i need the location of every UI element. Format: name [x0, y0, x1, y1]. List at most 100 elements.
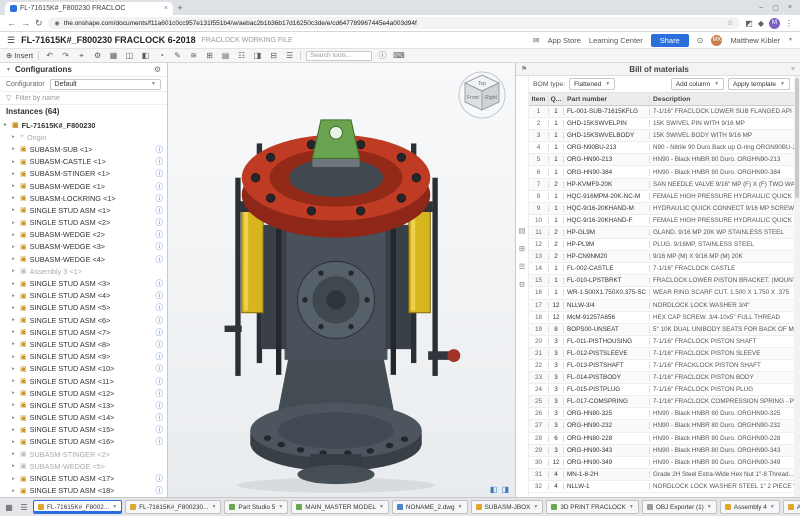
instance-row[interactable]: ▸ ▣ SINGLE STUD ASM <14> ⓘ — [0, 412, 167, 424]
bom-row[interactable]: 25 3 FL-017-COMSPRING 7-1/16" FRACLOCK C… — [529, 396, 794, 408]
main-menu-icon[interactable]: ☰ — [7, 35, 15, 46]
bom-settings-icon[interactable]: ⚙ — [519, 280, 526, 289]
notifications-icon[interactable]: ⊙ — [697, 36, 704, 45]
close-tab-icon[interactable]: × — [164, 5, 168, 12]
tab-menu-caret-icon[interactable]: ▼ — [629, 504, 634, 510]
bom-row[interactable]: 19 8 BOPS00-UNSEAT 5" 10K DUAL UNIBODY S… — [529, 324, 794, 336]
info-icon[interactable]: ⓘ — [156, 424, 164, 435]
view-settings-icon[interactable]: ◨ — [501, 485, 509, 494]
bom-row[interactable]: 14 1 FL-002-CASTLE 7-1/16" FRACLOCK CAST… — [529, 263, 794, 275]
expand-caret-icon[interactable]: ▸ — [12, 195, 17, 201]
add-column-button[interactable]: Add column ▼ — [671, 78, 724, 90]
instance-row[interactable]: ▸ ▣ SUBASM-WEDGE <5> ⓘ — [0, 460, 167, 472]
edit-icon[interactable]: ✎ — [172, 51, 183, 60]
appearance-icon[interactable]: ☰ — [284, 51, 295, 60]
tab-menu-caret-icon[interactable]: ▼ — [707, 504, 712, 510]
expand-caret-icon[interactable]: ▸ — [12, 451, 17, 457]
expand-caret-icon[interactable]: ▸ — [12, 488, 17, 494]
expand-caret-icon[interactable]: ▸ — [12, 354, 17, 360]
exploded-view-icon[interactable]: ⊞ — [204, 51, 215, 60]
expand-caret-icon[interactable]: ▸ — [12, 220, 17, 226]
tab-menu-caret-icon[interactable]: ▼ — [278, 504, 283, 510]
bom-row[interactable]: 11 2 HP-GL9M GLAND. 9/16 MP 20K WP STAIN… — [529, 227, 794, 239]
tab-part-studio-5[interactable]: Part Studio 5 ▼ — [224, 500, 288, 514]
info-icon[interactable]: ⓘ — [156, 241, 164, 252]
gear-icon[interactable]: ⚙ — [154, 65, 161, 74]
expand-caret-icon[interactable]: ▸ — [12, 329, 17, 335]
info-icon[interactable]: ⓘ — [156, 485, 164, 496]
expand-caret-icon[interactable]: ▸ — [12, 183, 17, 189]
extension-icon[interactable]: ◩ — [745, 19, 753, 28]
tab-obj-exporter[interactable]: OBJ Exporter (1) ▼ — [642, 500, 717, 514]
instance-row[interactable]: ▸ ▣ SINGLE STUD ASM <13> ⓘ — [0, 399, 167, 411]
column-header-description[interactable]: Description — [650, 96, 794, 103]
tab-manager-icon[interactable]: ▦ — [3, 503, 15, 512]
instance-row[interactable]: ▸ ▣ SUBASM-SUB <1> ⓘ — [0, 143, 167, 155]
bom-row[interactable]: 20 3 FL-011-PISTHOUSING 7-1/16" FRACLOCK… — [529, 336, 794, 348]
window-minimize-icon[interactable]: – — [759, 4, 763, 12]
info-icon[interactable]: ⓘ — [156, 327, 164, 338]
configurator-select[interactable]: Default ▼ — [50, 79, 161, 90]
user-avatar[interactable]: MK — [711, 35, 722, 46]
instance-row[interactable]: ▸ ▣ SINGLE STUD ASM <12> ⓘ — [0, 387, 167, 399]
info-icon[interactable]: ⓘ — [156, 339, 164, 350]
tab-3d-print-fraclock[interactable]: 3D PRINT FRACLOCK ▼ — [546, 500, 639, 514]
tab-assembly-4[interactable]: Assembly 4 ▼ — [720, 500, 780, 514]
bom-row[interactable]: 3 1 GHD-15KSWVELBODY 15K SWIVEL BODY WIT… — [529, 130, 794, 142]
tab-menu-caret-icon[interactable]: ▼ — [533, 504, 538, 510]
viewport-3d[interactable]: Top Front Right ◧ ◨ — [168, 63, 515, 497]
scrollbar-thumb[interactable] — [795, 78, 799, 198]
bom-scrollbar[interactable] — [794, 76, 800, 497]
column-header-item[interactable]: Item — [529, 96, 549, 103]
expand-caret-icon[interactable]: ▸ — [12, 256, 17, 262]
bom-row[interactable]: 26 3 ORG-HN80-325 HN90 - Black HNBR 80 D… — [529, 408, 794, 420]
info-icon[interactable]: ⓘ — [156, 156, 164, 167]
expand-caret-icon[interactable]: ▸ — [12, 293, 17, 299]
expand-caret-icon[interactable]: ▸ — [12, 305, 17, 311]
bom-icon[interactable]: ▤ — [220, 51, 231, 60]
bom-row[interactable]: 8 1 HQC-916MPM-20K-NC-M FEMALE HIGH PRES… — [529, 191, 794, 203]
bom-row[interactable]: 17 12 NLLW-3/4 NORDLOCK LOCK WASHER 3/4" — [529, 300, 794, 312]
expand-caret-icon[interactable]: ▸ — [12, 402, 17, 408]
tab-main-master-model[interactable]: MAIN_MASTER MODEL ▼ — [291, 500, 389, 514]
expand-caret-icon[interactable]: ▸ — [12, 268, 17, 274]
bom-row[interactable]: 16 1 WR-1.500X1.750X0.375-SC WEAR RING S… — [529, 287, 794, 299]
bom-row[interactable]: 2 1 GHD-15KSWVELPIN 15K SWIVEL PIN WITH … — [529, 118, 794, 130]
expand-caret-icon[interactable]: ▸ — [12, 415, 17, 421]
refresh-icon[interactable]: ↻ — [35, 18, 43, 29]
table-settings-icon[interactable]: ▤ — [518, 226, 525, 235]
instance-row[interactable]: ▸ ▣ SUBASM-WEDGE <1> ⓘ — [0, 180, 167, 192]
linear-pattern-icon[interactable]: ◧ — [140, 51, 151, 60]
apply-template-button[interactable]: Apply template ▼ — [728, 78, 790, 90]
info-icon[interactable]: ⓘ — [156, 376, 164, 387]
filter-input[interactable] — [15, 93, 161, 103]
instance-row[interactable]: ▸ ▣ SINGLE STUD ASM <5> ⓘ — [0, 302, 167, 314]
tab-menu-caret-icon[interactable]: ▼ — [379, 504, 384, 510]
instance-row[interactable]: ▸ ▣ SUBASM-STINGER <2> ⓘ — [0, 448, 167, 460]
window-close-icon[interactable]: × — [788, 4, 792, 12]
expand-caret-icon[interactable]: ▸ — [12, 366, 17, 372]
tab-list-icon[interactable]: ☰ — [18, 503, 30, 512]
learning-center-link[interactable]: Learning Center — [589, 36, 643, 45]
info-icon[interactable]: ⓘ — [156, 181, 164, 192]
info-icon[interactable]: ⓘ — [156, 473, 164, 484]
group-icon[interactable]: ▦ — [108, 51, 119, 60]
bom-row[interactable]: 21 3 FL-012-PISTSLEEVE 7-1/16" FRACLOCK … — [529, 348, 794, 360]
browser-tab[interactable]: FL-71615K#_F800230 FRACLOC × — [5, 2, 173, 15]
bom-row[interactable]: 18 12 McM-91257A656 HEX CAP SCREW. 3/4-1… — [529, 312, 794, 324]
info-icon[interactable]: ⓘ — [156, 351, 164, 362]
expand-caret-icon[interactable]: ▸ — [12, 159, 17, 165]
tab-menu-caret-icon[interactable]: ▼ — [112, 504, 117, 510]
bom-row[interactable]: 23 3 FL-014-PISTBODY 7-1/16" FRACLOCK PI… — [529, 372, 794, 384]
tab-menu-caret-icon[interactable]: ▼ — [458, 504, 463, 510]
instance-row[interactable]: ▸ ⌖ Origin ⓘ — [0, 131, 167, 143]
info-icon[interactable]: ⓘ — [156, 278, 164, 289]
instance-row[interactable]: ▸ ▣ SUBASM-WEDGE <3> ⓘ — [0, 241, 167, 253]
share-button[interactable]: Share — [651, 34, 689, 47]
interference-icon[interactable]: ≋ — [188, 51, 199, 60]
tab-menu-caret-icon[interactable]: ▼ — [770, 504, 775, 510]
section-view-icon[interactable]: ◨ — [252, 51, 263, 60]
bom-row[interactable]: 9 1 HQC-9/16-20KHAND-M HYDRAULIC QUICK C… — [529, 203, 794, 215]
bom-row[interactable]: 32 4 NLLW-1 NORDLOCK LOCK WASHER STEEL 1… — [529, 481, 794, 493]
view-cube[interactable]: Top Front Right — [455, 67, 509, 121]
